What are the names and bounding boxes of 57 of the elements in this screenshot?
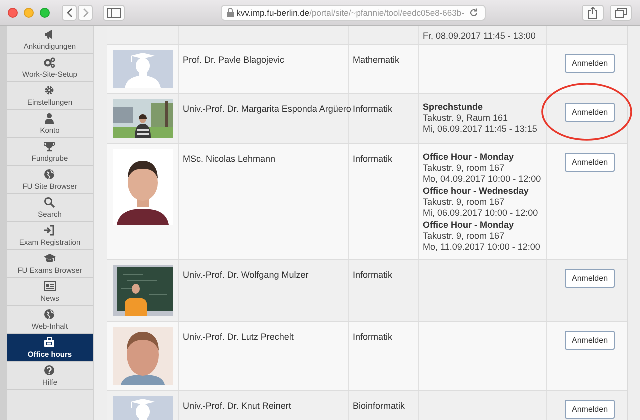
department: Bioinformatik — [353, 401, 406, 411]
slot-title: Office hour - Wednesday — [423, 185, 530, 197]
sidebar-icon — [107, 8, 121, 18]
department: Informatik — [353, 332, 393, 342]
help-icon — [44, 364, 56, 376]
share-icon — [588, 6, 598, 18]
slot-location: Takustr. 9, Raum 161 — [423, 113, 510, 124]
tabs-icon — [615, 8, 627, 18]
slot-time: Mi, 06.09.2017 10:00 - 12:00 — [423, 208, 540, 219]
newspaper-icon — [44, 280, 56, 292]
person-icon — [44, 112, 56, 124]
slot-time: Mo, 04.09.2017 10:00 - 12:00 — [423, 174, 542, 185]
briefcase-icon — [44, 336, 56, 348]
sign-in-icon — [44, 224, 56, 236]
back-button[interactable] — [62, 4, 77, 20]
chevron-right-icon — [82, 8, 90, 18]
graduate-silhouette-icon — [113, 50, 173, 88]
slot-time: Mi, 06.09.2017 11:45 - 13:15 — [423, 124, 538, 135]
person-name: Univ.-Prof. Dr. Knut Reinert — [183, 401, 292, 411]
share-button[interactable] — [582, 4, 604, 20]
close-window-button[interactable] — [8, 8, 18, 18]
reload-icon — [469, 8, 479, 18]
trophy-icon — [44, 140, 56, 152]
department: Informatik — [353, 104, 393, 114]
chevron-left-icon — [66, 8, 74, 18]
graduation-cap-icon — [44, 252, 56, 264]
register-button[interactable]: Anmelden — [565, 153, 616, 172]
person-name: Univ.-Prof. Dr. Lutz Prechelt — [183, 332, 294, 342]
department: Mathematik — [353, 55, 400, 65]
register-button[interactable]: Anmelden — [565, 331, 616, 350]
lock-icon — [226, 8, 234, 17]
register-button[interactable]: Anmelden — [565, 269, 616, 288]
sidebar-toggle-button[interactable] — [103, 4, 125, 20]
slot-location: Takustr. 9, room 167 — [423, 163, 506, 174]
slot-location: Takustr. 9, room 167 — [423, 197, 506, 208]
address-field[interactable]: kvv.imp.fu-berlin.de/portal/site/~pfannie/tool/eedc05e8-663b- — [221, 4, 486, 20]
register-button[interactable]: Anmelden — [565, 103, 616, 122]
globe-icon — [44, 308, 56, 320]
time-text: Fr, 08.09.2017 11:45 - 13:00 — [423, 31, 536, 41]
person-name: Prof. Dr. Pavle Blagojevic — [183, 55, 285, 65]
register-button[interactable]: Anmelden — [565, 54, 616, 73]
slot-title: Sprechstunde — [423, 101, 484, 113]
slot-title: Office Hour - Monday — [423, 151, 516, 163]
person-name: Univ.-Prof. Dr. Wolfgang Mulzer — [183, 270, 309, 280]
slot-title: Office Hour - Monday — [423, 219, 516, 231]
register-button[interactable]: Anmelden — [565, 400, 616, 419]
department: Informatik — [353, 154, 393, 164]
slot-location: Takustr. 9, room 167 — [423, 231, 506, 242]
person-name: Univ.-Prof. Dr. Margarita Esponda Argüero — [183, 104, 352, 114]
slot-time: Mo, 11.09.2017 10:00 - 12:00 — [423, 242, 542, 253]
department: Informatik — [353, 270, 393, 280]
search-icon — [44, 196, 56, 208]
gear-icon — [44, 84, 56, 96]
tabs-overview-button[interactable] — [610, 4, 632, 20]
person-name: MSc. Nicolas Lehmann — [183, 154, 276, 164]
gears-icon — [44, 56, 56, 68]
globe-icon — [44, 168, 56, 180]
